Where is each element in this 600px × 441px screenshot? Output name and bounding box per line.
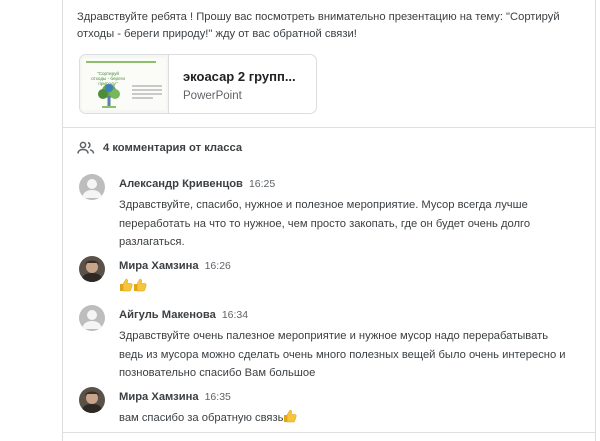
thumbs-up-icon	[120, 278, 133, 292]
default-avatar-icon[interactable]	[79, 174, 105, 200]
attachment-type: PowerPoint	[183, 90, 242, 102]
comment-text	[119, 278, 569, 297]
comment-time: 16:25	[248, 178, 276, 190]
thumbs-up-icon	[134, 278, 147, 292]
slide-accent-bar	[86, 61, 156, 63]
attachment-thumbnail: "Сортируй отходы - береги природу"	[80, 55, 169, 113]
slide-side-text	[132, 85, 162, 99]
comment-author: Мира Хамзина	[119, 260, 199, 272]
comment-time: 16:35	[204, 391, 231, 403]
tree-icon	[98, 84, 120, 108]
photo-avatar[interactable]	[79, 387, 105, 413]
thumbs-up-icon	[284, 409, 297, 423]
attachment-name: экоасар 2 групп...	[183, 69, 296, 84]
class-comments-toggle[interactable]: 4 комментария от класса	[77, 141, 242, 155]
default-avatar-icon[interactable]	[79, 305, 105, 331]
people-icon	[77, 141, 95, 154]
divider	[63, 127, 595, 128]
comment-time: 16:34	[221, 309, 249, 321]
attachment-card[interactable]: "Сортируй отходы - береги природу" экоас…	[79, 54, 317, 114]
comment-text: Здравствуйте, спасибо, нужное и полезное…	[119, 199, 531, 248]
comment-author: Айгуль Макенова	[119, 309, 216, 321]
comment-author: Мира Хамзина	[119, 391, 199, 403]
stream-post-card: Здравствуйте ребята ! Прошу вас посмотре…	[62, 0, 596, 441]
comment-time: 16:26	[204, 260, 231, 272]
comments-count-label: 4 комментария от класса	[103, 142, 243, 154]
post-message: Здравствуйте ребята ! Прошу вас посмотре…	[77, 11, 560, 40]
photo-avatar[interactable]	[79, 256, 105, 282]
comment-text: Здравствуйте очень палезное мероприятие …	[119, 330, 566, 379]
comment-author: Александр Кривенцов	[119, 178, 243, 190]
divider	[63, 432, 595, 433]
comment-text: вам спасибо за обратную связь	[119, 409, 569, 428]
